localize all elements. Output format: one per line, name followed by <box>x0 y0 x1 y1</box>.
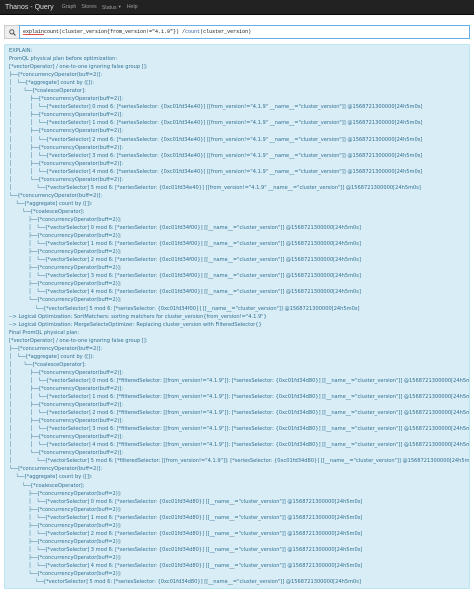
explain-line: │ │ └──[*vectorSelector] 1 mod 6: [*filt… <box>9 394 470 401</box>
explain-line: │ ├──[*concurrencyOperator(buff=2)]: <box>9 128 123 135</box>
explain-line: │ ├──[*concurrencyOperator(buff=2)]: <box>9 144 123 151</box>
explain-line: └──[*coalesceOperator]: <box>9 208 85 215</box>
explain-line: └──[*vectorSelector] 5 mod 6: [*seriesSe… <box>9 305 360 312</box>
explain-line: │ │ └──[*vectorSelector] 4 mod 6: [*filt… <box>9 442 470 449</box>
explain-line: └──[*concurrencyOperator(buff=2)]: <box>9 466 103 473</box>
explain-line: │ └──[*vectorSelector] 2 mod 6: [*series… <box>9 530 363 537</box>
explain-output-panel: EXPLAIN: PromQL physical plan before opti… <box>4 44 470 589</box>
explain-line: │ │ └──[*vectorSelector] 3 mod 6: [*filt… <box>9 426 470 433</box>
explain-line: └──[*aggregate] count by ([]): <box>9 474 93 481</box>
explain-line: └──[*concurrencyOperator(buff=2)]: <box>9 297 122 304</box>
explain-line: └──[*coalesceOperator]: <box>9 482 85 489</box>
explain-line: ├──[*concurrencyOperator(buff=2)]: <box>9 216 122 223</box>
explain-line: │ ├──[*concurrencyOperator(buff=2)]: <box>9 385 123 392</box>
explain-line: │ ├──[*concurrencyOperator(buff=2)]: <box>9 369 123 376</box>
explain-line: │ │ └──[*vectorSelector] 0 mod 6: [*filt… <box>9 377 470 384</box>
explain-line: │ ├──[*concurrencyOperator(buff=2)]: <box>9 434 123 441</box>
explain-line: │ │ └──[*vectorSelector] 2 mod 6: [*seri… <box>9 136 423 143</box>
explain-line: │ └──[*aggregate] count by ([]): <box>9 80 94 87</box>
explain-line: │ ├──[*concurrencyOperator(buff=2)]: <box>9 112 123 119</box>
explain-line: │ │ └──[*vectorSelector] 2 mod 6: [*filt… <box>9 410 470 417</box>
explain-line: --> Logical Optimization: MergeSelectsOp… <box>9 321 262 328</box>
explain-line: ├──[*concurrencyOperator(buff=2)]: <box>9 538 122 545</box>
top-navbar: Thanos - Query Graph Stores Status▼ Help <box>0 0 474 15</box>
query-expression-input[interactable]: explain count(cluster_version{from_versi… <box>19 25 470 39</box>
explain-line: │ ├──[*concurrencyOperator(buff=2)]: <box>9 402 123 409</box>
explain-line: │ └──[*vectorSelector] 0 mod 6: [*series… <box>9 498 363 505</box>
nav-graph[interactable]: Graph <box>62 4 77 10</box>
explain-line: │ └──[*vectorSelector] 0 mod 6: [*series… <box>9 225 361 232</box>
explain-line: │ └──[*concurrencyOperator(buff=2)]: <box>9 176 123 183</box>
explain-line: ├──[*concurrencyOperator(buff=2)]: <box>9 522 122 529</box>
search-icon <box>8 28 16 36</box>
explain-line: │ └──[*vectorSelector] 2 mod 6: [*series… <box>9 257 361 264</box>
explain-line: [*vectorOperator] / one-to-one ignoring … <box>9 337 148 344</box>
explain-line: │ └──[*vectorSelector] 3 mod 6: [*series… <box>9 546 363 553</box>
explain-line: │ └──[*coalesceOperator]: <box>9 88 86 95</box>
nav-status-dropdown[interactable]: Status▼ <box>102 4 122 11</box>
explain-line: EXPLAIN: <box>9 48 33 54</box>
explain-line: PromQL physical plan before optimization… <box>9 56 118 63</box>
explain-line: ├──[*concurrencyOperator(buff=2)]: <box>9 265 122 272</box>
query-expression-tail: (cluster_version) <box>200 29 252 35</box>
explain-line: ├──[*concurrencyOperator(buff=2)]: <box>9 345 103 352</box>
explain-line: ├──[*concurrencyOperator(buff=2)]: <box>9 554 122 561</box>
explain-line: └──[*vectorSelector] 5 mod 6: [*seriesSe… <box>9 579 361 586</box>
explain-line: ├──[*concurrencyOperator(buff=2)]: <box>9 490 122 497</box>
caret-down-icon: ▼ <box>117 3 122 9</box>
explain-line: │ ├──[*concurrencyOperator(buff=2)]: <box>9 160 123 167</box>
explain-line: └──[*aggregate] count by ([]): <box>9 200 93 207</box>
explain-line: │ └──[*vectorSelector] 1 mod 6: [*series… <box>9 241 361 248</box>
explain-line: │ └──[*concurrencyOperator(buff=2)]: <box>9 450 123 457</box>
explain-line: │ │ └──[*vectorSelector] 0 mod 6: [*seri… <box>9 104 423 111</box>
nav-status-label: Status <box>101 4 117 11</box>
explain-line: └──[*concurrencyOperator(buff=2)]: <box>9 571 122 578</box>
explain-line: │ └──[*vectorSelector] 4 mod 6: [*series… <box>9 289 361 296</box>
explain-line: │ └──[*vectorSelector] 1 mod 6: [*series… <box>9 514 363 521</box>
explain-line: ├──[*concurrencyOperator(buff=2)]: <box>9 281 122 288</box>
nav-help[interactable]: Help <box>127 4 138 10</box>
explain-line: │ ├──[*concurrencyOperator(buff=2)]: <box>9 96 123 103</box>
explain-line: │ │ └──[*vectorSelector] 4 mod 6: [*seri… <box>9 168 423 175</box>
explain-line: │ │ └──[*vectorSelector] 1 mod 6: [*seri… <box>9 120 423 127</box>
explain-line: │ └──[*coalesceOperator]: <box>9 361 86 368</box>
search-addon <box>4 25 19 39</box>
app-title[interactable]: Thanos - Query <box>5 4 54 11</box>
explain-line: │ └──[*vectorSelector] 4 mod 6: [*series… <box>9 563 363 569</box>
query-expression-head: count(cluster_version{from_version!="4.1… <box>44 29 186 35</box>
nav-stores[interactable]: Stores <box>81 4 96 10</box>
explain-line: │ └──[*vectorSelector] 5 mod 6: [*series… <box>9 184 421 191</box>
explain-line: ├──[*concurrencyOperator(buff=2)]: <box>9 249 122 256</box>
explain-line: --> Logical Optimization: SortMatchers: … <box>9 313 267 320</box>
explain-line: │ └──[*vectorSelector] 3 mod 6: [*series… <box>9 273 361 280</box>
explain-line: Final PromQL physical plan: <box>9 329 80 336</box>
explain-line: [*vectorOperator] / one-to-one ignoring … <box>9 64 148 71</box>
query-row: explain count(cluster_version{from_versi… <box>4 25 470 39</box>
explain-line: ├──[*concurrencyOperator(buff=2)]: <box>9 233 122 240</box>
explain-line: │ ├──[*concurrencyOperator(buff=2)]: <box>9 418 123 425</box>
explain-line: │ └──[*vectorSelector] 5 mod 6: [*filter… <box>9 458 470 465</box>
query-explain-keyword: explain <box>23 29 45 35</box>
explain-line: │ └──[*aggregate] count by ([]): <box>9 353 94 360</box>
explain-line: ├──[*concurrencyOperator(buff=2)]: <box>9 72 103 79</box>
explain-line: └──[*concurrencyOperator(buff=2)]: <box>9 192 103 199</box>
explain-line: │ │ └──[*vectorSelector] 3 mod 6: [*seri… <box>9 152 423 159</box>
explain-line: ├──[*concurrencyOperator(buff=2)]: <box>9 506 122 513</box>
query-count-function: count <box>185 29 201 35</box>
